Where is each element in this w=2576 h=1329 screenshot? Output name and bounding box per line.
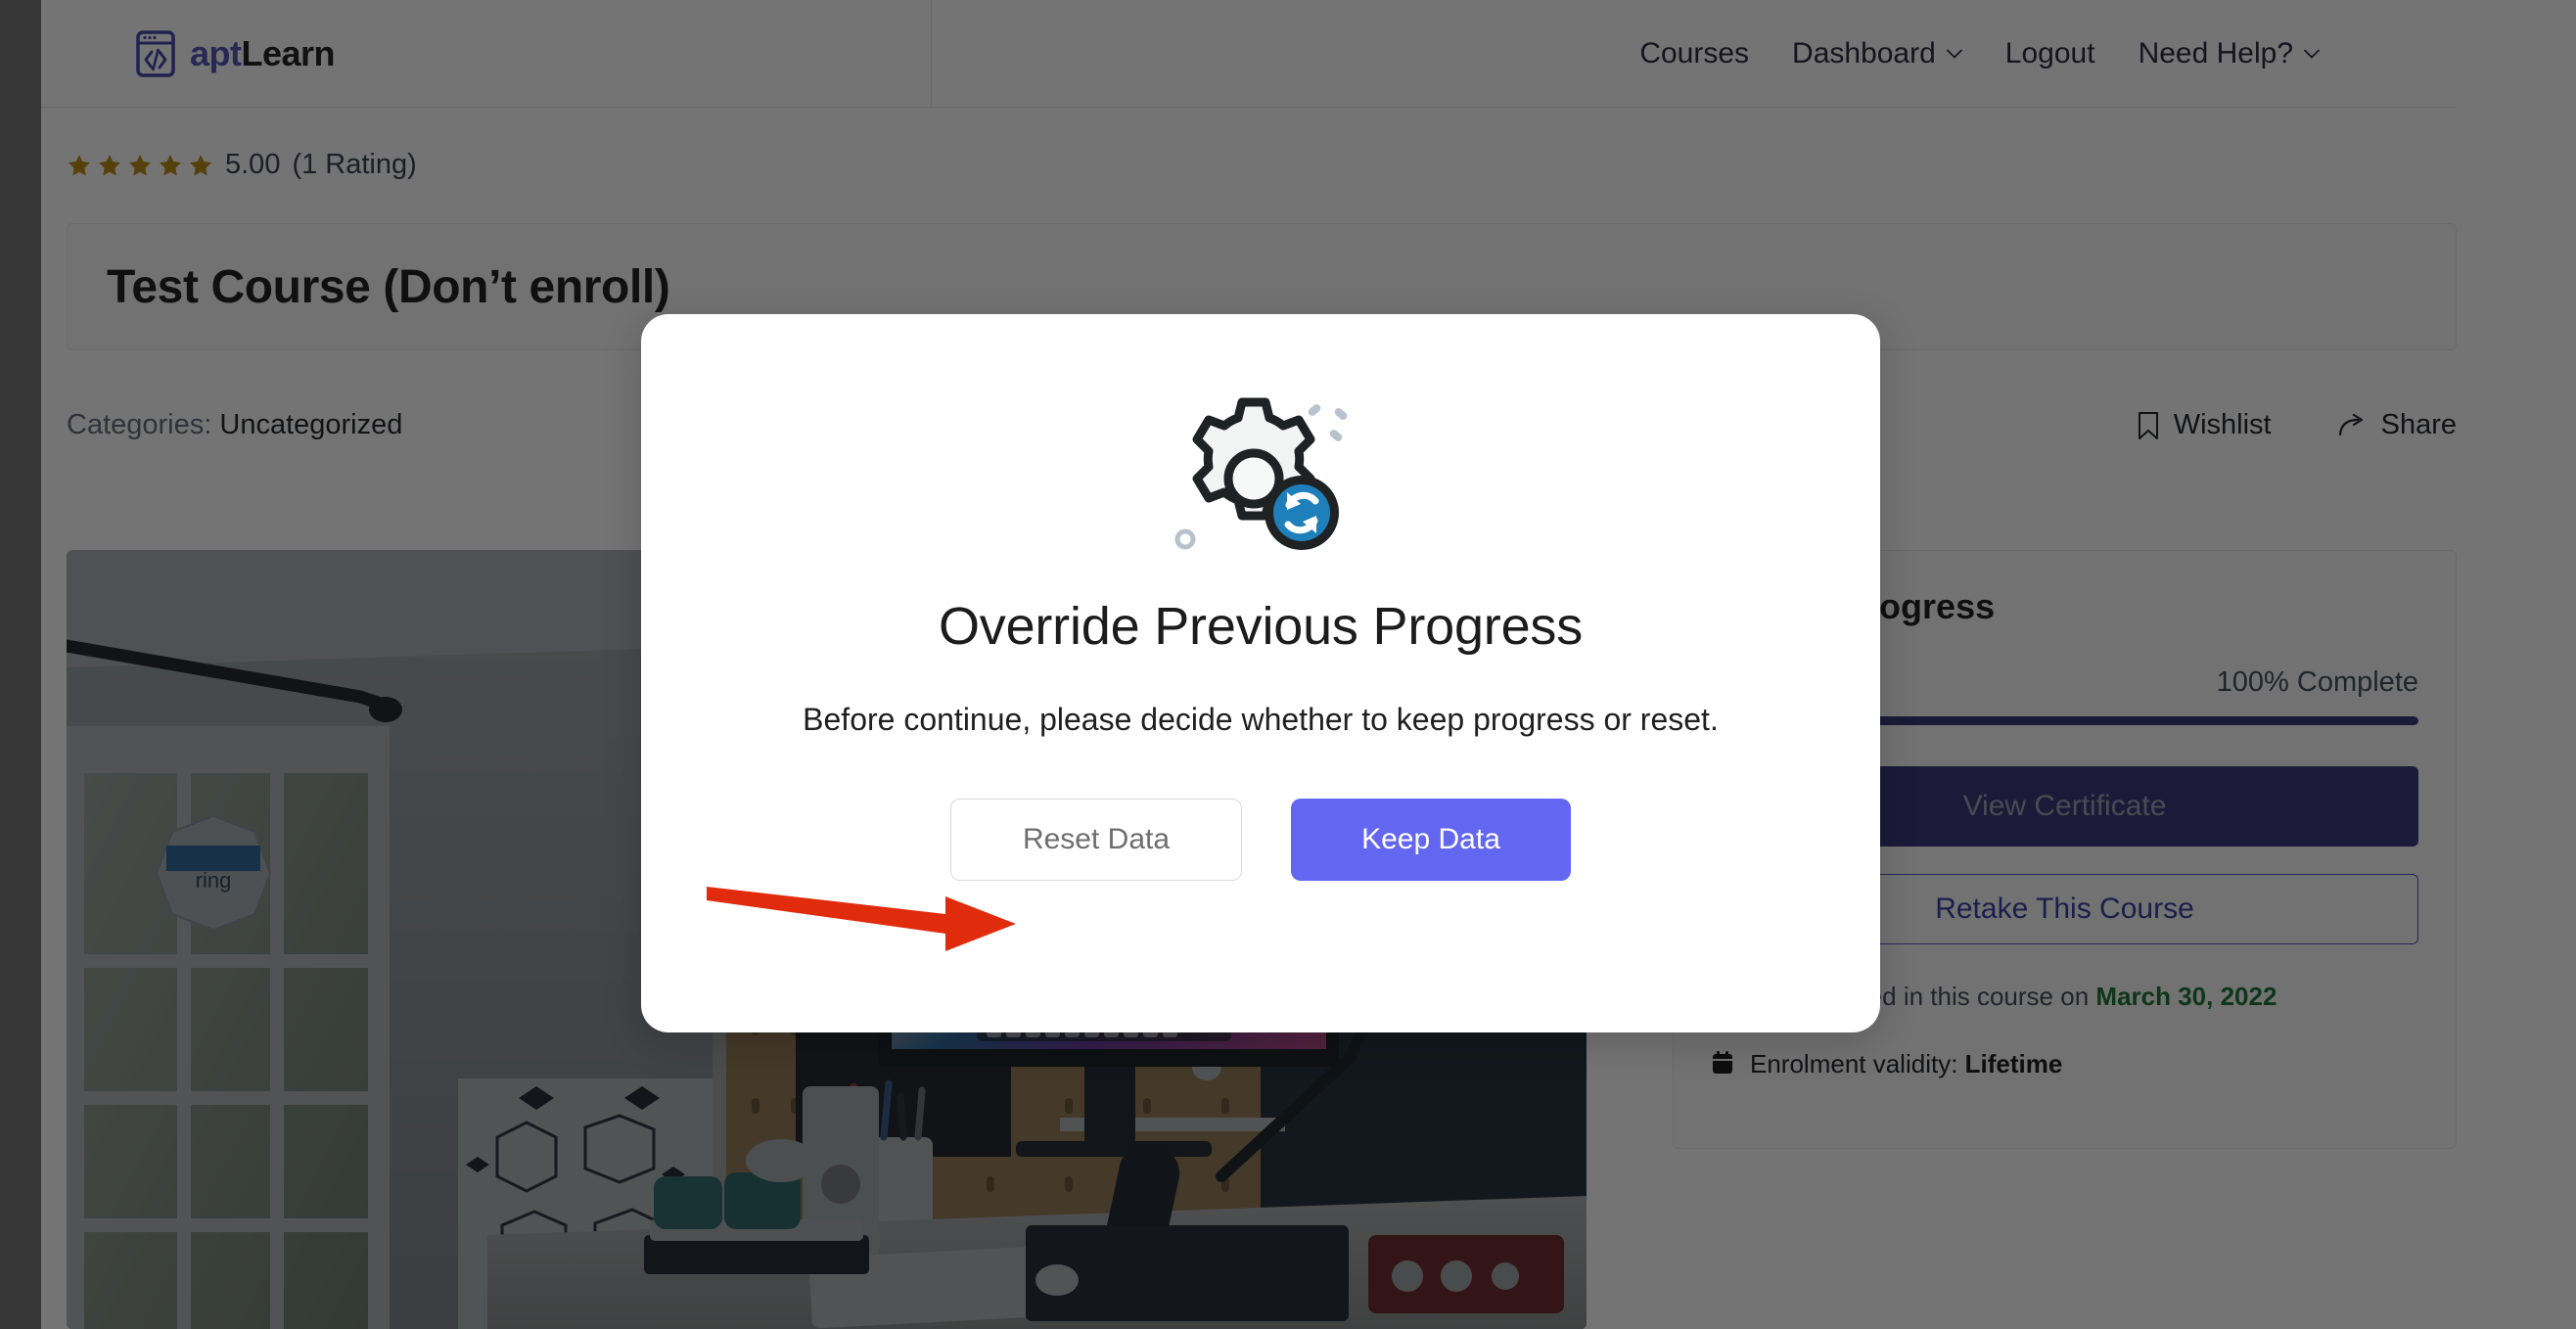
gear-sync-icon	[1174, 397, 1348, 550]
page-root: aptLearn Courses Dashboard Logout Need H…	[0, 0, 2576, 1329]
override-progress-modal: Override Previous Progress Before contin…	[641, 314, 1880, 1032]
keep-data-button[interactable]: Keep Data	[1291, 799, 1571, 881]
modal-title: Override Previous Progress	[938, 597, 1584, 656]
modal-actions: Reset Data Keep Data	[950, 799, 1571, 881]
reset-data-button[interactable]: Reset Data	[950, 799, 1242, 881]
modal-subtitle: Before continue, please decide whether t…	[803, 702, 1719, 737]
